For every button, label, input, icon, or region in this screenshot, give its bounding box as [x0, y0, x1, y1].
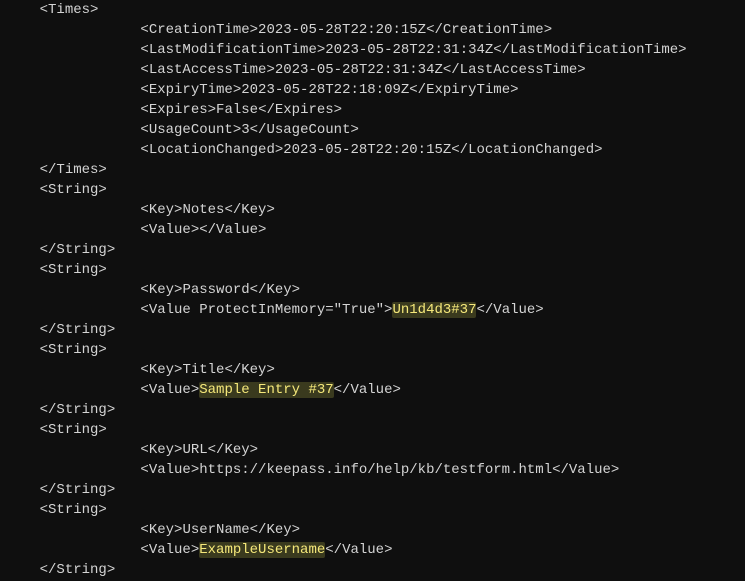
xml-tag: </Key> [224, 202, 274, 218]
xml-tag: </Times> [40, 162, 107, 178]
xml-tag: <Key> [140, 442, 182, 458]
highlighted-value: Sample Entry #37 [199, 382, 333, 398]
xml-tag: <Key> [140, 522, 182, 538]
xml-tag: <Value ProtectInMemory="True"> [140, 302, 392, 318]
xml-tag: </Key> [224, 362, 274, 378]
xml-tag: <Key> [140, 202, 182, 218]
xml-tag: <Key> [140, 362, 182, 378]
xml-tag: <ExpiryTime> [140, 82, 241, 98]
xml-tag: </LastModificationTime> [493, 42, 686, 58]
xml-tag: <String> [40, 502, 107, 518]
xml-tag: <Value> [140, 462, 199, 478]
xml-tag: </String> [40, 402, 116, 418]
xml-tag: </ExpiryTime> [409, 82, 518, 98]
xml-tag: </Expires> [258, 102, 342, 118]
xml-tag: </String> [40, 322, 116, 338]
xml-tag: <LocationChanged> [140, 142, 283, 158]
xml-tag: <Value> [140, 542, 199, 558]
xml-tag: <Expires> [140, 102, 216, 118]
xml-tag: <String> [40, 422, 107, 438]
highlighted-value: Un1d4d3#37 [392, 302, 476, 318]
xml-tag: <Times> [40, 2, 99, 18]
xml-tag: <Value> [140, 222, 199, 238]
xml-tag: </Value> [325, 542, 392, 558]
xml-tag: <UsageCount> [140, 122, 241, 138]
xml-tag: <String> [40, 182, 107, 198]
xml-tag: <LastAccessTime> [140, 62, 274, 78]
xml-code-block: <Times> <CreationTime>2023-05-28T22:20:1… [0, 0, 745, 580]
xml-tag: </LocationChanged> [451, 142, 602, 158]
xml-tag: </Value> [199, 222, 266, 238]
xml-tag: <Key> [140, 282, 182, 298]
highlighted-value: ExampleUsername [199, 542, 325, 558]
xml-tag: </String> [40, 242, 116, 258]
xml-tag: </UsageCount> [250, 122, 359, 138]
xml-tag: </Key> [250, 282, 300, 298]
xml-tag: </Value> [552, 462, 619, 478]
xml-tag: <Value> [140, 382, 199, 398]
xml-tag: </Value> [476, 302, 543, 318]
xml-tag: </CreationTime> [426, 22, 552, 38]
xml-tag: <String> [40, 342, 107, 358]
xml-tag: <String> [40, 262, 107, 278]
xml-tag: </Key> [208, 442, 258, 458]
xml-tag: </Key> [250, 522, 300, 538]
xml-tag: <CreationTime> [140, 22, 258, 38]
xml-tag: </String> [40, 562, 116, 578]
xml-tag: </LastAccessTime> [443, 62, 586, 78]
xml-tag: <LastModificationTime> [140, 42, 325, 58]
xml-tag: </String> [40, 482, 116, 498]
xml-tag: </Value> [334, 382, 401, 398]
